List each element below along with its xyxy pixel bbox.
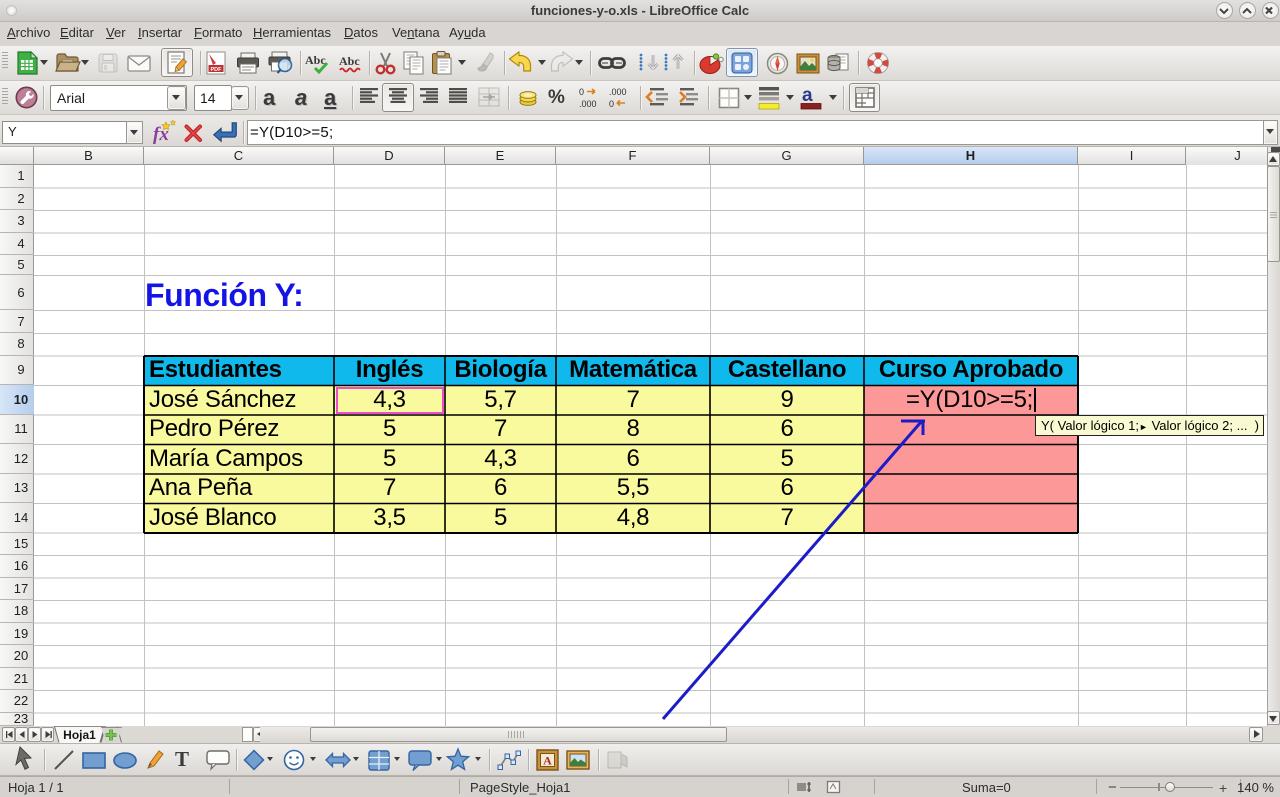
- svg-text:.000: .000: [579, 99, 597, 109]
- svg-text:Abc: Abc: [339, 54, 360, 68]
- svg-text:A: A: [543, 754, 552, 768]
- svg-text:Abc: Abc: [305, 53, 326, 67]
- svg-text:0: 0: [609, 99, 614, 109]
- svg-text:PDF: PDF: [211, 67, 223, 73]
- svg-text:a: a: [802, 85, 813, 106]
- svg-text:.000: .000: [609, 87, 627, 97]
- svg-text:0: 0: [579, 87, 584, 97]
